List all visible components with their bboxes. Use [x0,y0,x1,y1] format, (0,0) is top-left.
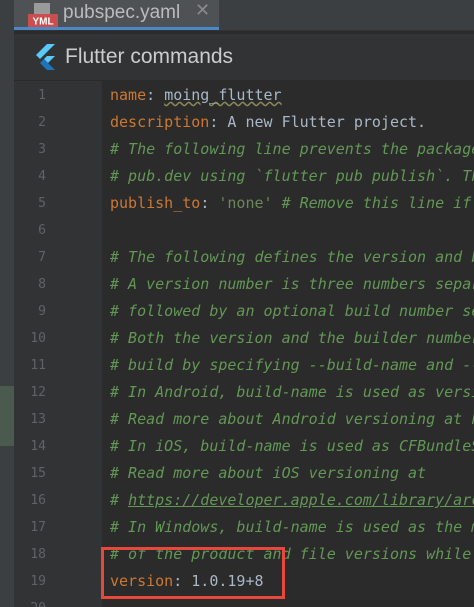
line-number: 17 [30,520,46,535]
code-line-1: name: moing_flutter [110,82,282,109]
flutter-logo-icon [36,44,55,70]
line-number: 5 [38,196,46,211]
code-line-13: # Read more about Android versioning at … [110,410,474,428]
code-line-3: # The following line prevents the packag… [110,140,474,158]
line-number: 4 [38,169,46,184]
line-number: 13 [30,412,46,427]
left-tool-strip [0,0,14,607]
yaml-key: publish_to [110,194,201,212]
yaml-key: name [110,86,147,104]
yaml-value: A new Flutter project. [227,113,427,131]
line-number: 9 [38,304,46,319]
code-line-16: # https://developer.apple.com/library/ar… [110,487,474,514]
change-marker [0,386,14,446]
line-number: 7 [38,250,46,265]
code-line-15: # Read more about iOS versioning at [110,464,427,482]
editor-tab-bar: YML pubspec.yaml ✕ [14,0,474,31]
line-number: 1 [38,88,46,103]
code-line-12: # In Android, build-name is used as vers… [110,383,474,401]
yaml-string-value: 'none' [218,194,273,212]
line-number: 12 [30,385,46,400]
code-line-8: # A version number is three numbers sepa… [110,275,474,293]
code-line-17: # In Windows, build-name is used as the … [110,518,474,536]
yaml-file-icon: YML [28,3,58,28]
line-number: 6 [38,223,46,238]
yaml-colon: : [173,572,192,590]
line-number: 8 [38,277,46,292]
code-line-14: # In iOS, build-name is used as CFBundle… [110,437,474,455]
yaml-comment: # Remove this line if [272,194,472,212]
yaml-colon: : [209,113,228,131]
close-icon[interactable]: ✕ [195,0,210,21]
line-number: 15 [30,466,46,481]
code-line-2: description: A new Flutter project. [110,109,426,136]
line-number: 10 [30,331,46,346]
yaml-colon: : [146,86,165,104]
code-line-4: # pub.dev using `flutter pub publish`. T… [110,167,474,185]
code-line-5: publish_to: 'none' # Remove this line if [110,190,471,217]
line-number: 14 [30,439,46,454]
line-number: 20 [14,595,46,607]
code-line-10: # Both the version and the builder numbe… [110,329,474,347]
comment-prefix: # [110,491,129,509]
code-line-7: # The following defines the version and … [110,248,474,266]
developer-apple-link[interactable]: https://developer.apple.com/library/arc [128,491,474,509]
line-number: 18 [30,547,46,562]
code-line-19: version: 1.0.19+8 [110,568,264,595]
yaml-key: version [110,572,174,590]
yaml-value: moing_flutter [164,86,282,104]
tab-label: pubspec.yaml [63,2,181,23]
line-number: 19 [30,574,46,589]
code-line-18: # of the product and file versions while [110,545,472,563]
code-line-9: # followed by an optional build number s… [110,302,474,320]
yaml-icon-label: YML [32,17,53,28]
code-line-11: # build by specifying --build-name and -… [110,356,474,374]
line-number: 2 [38,115,46,130]
yaml-colon: : [200,194,219,212]
line-number: 11 [30,358,46,373]
line-number: 16 [30,493,46,508]
tab-pubspec-yaml[interactable]: YML pubspec.yaml ✕ [14,0,219,30]
version-value: 1.0.19+8 [191,572,264,590]
flutter-commands-bar: Flutter commands [14,34,474,81]
line-number: 3 [38,142,46,157]
flutter-commands-label[interactable]: Flutter commands [65,45,233,69]
yaml-key: description [110,113,210,131]
